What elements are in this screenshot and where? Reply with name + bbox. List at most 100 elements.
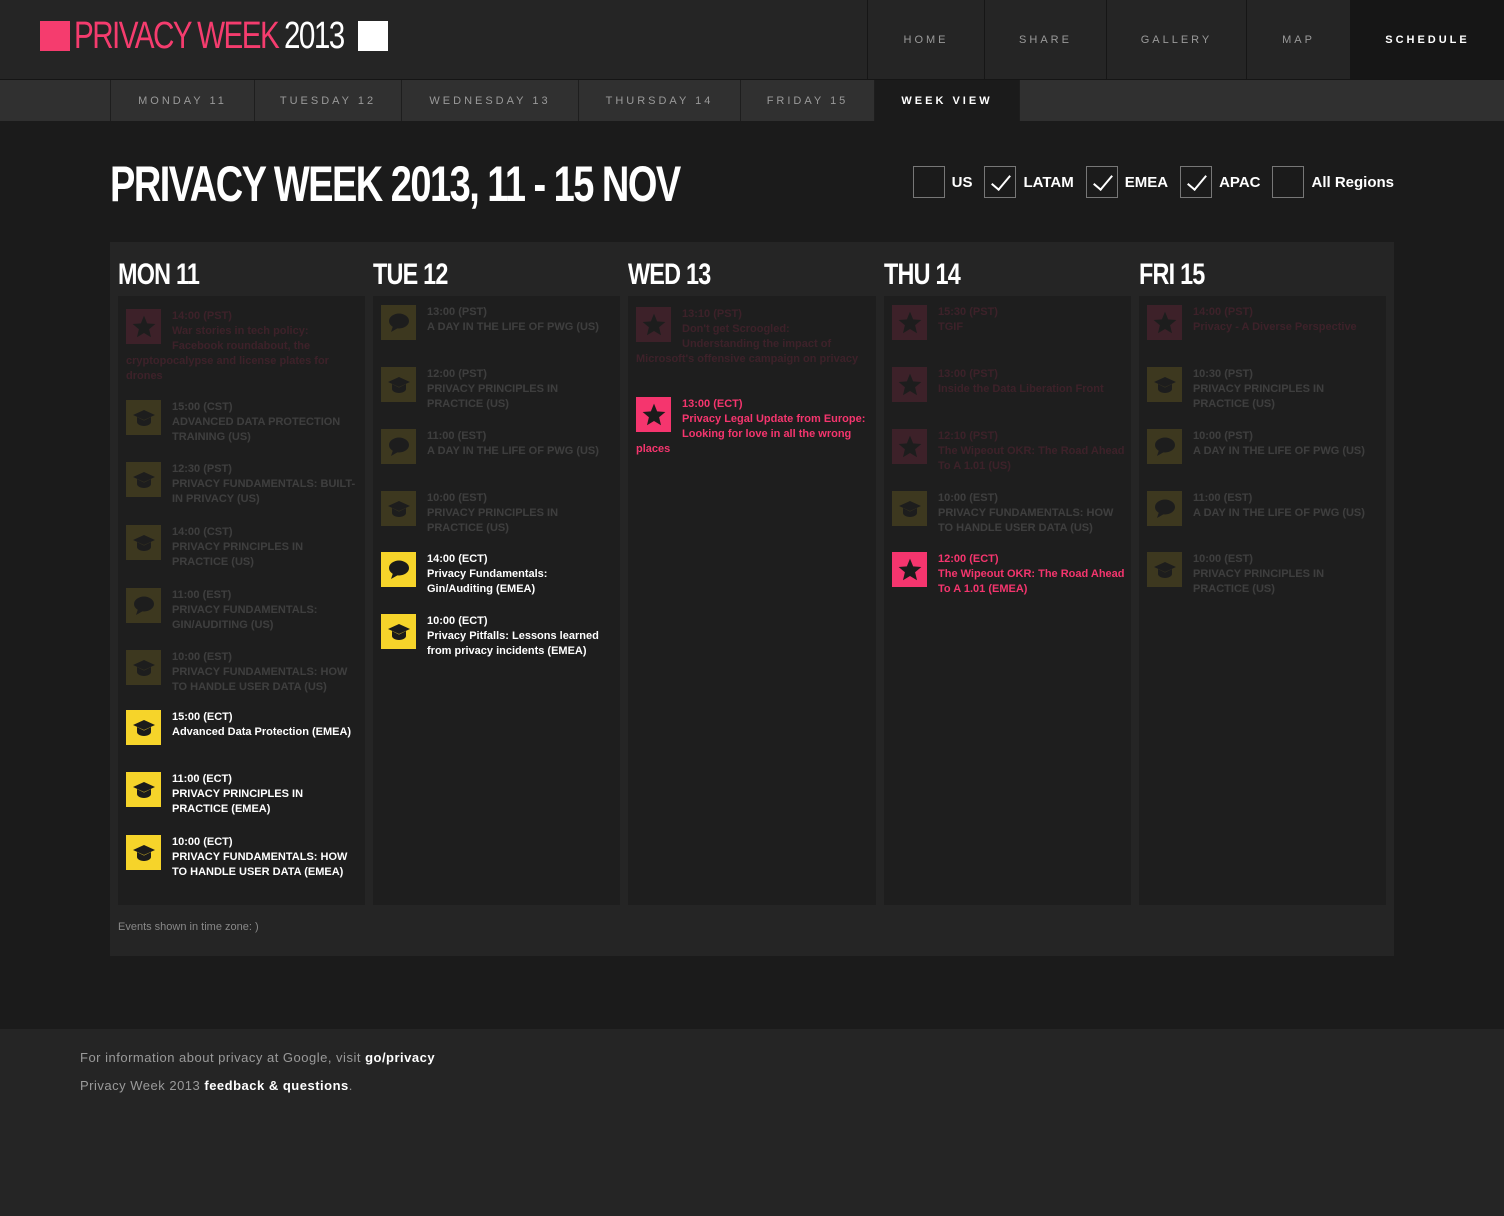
nav-schedule[interactable]: SCHEDULE	[1350, 0, 1504, 79]
footer-text: .	[348, 1078, 353, 1093]
event-text: 14:00 (ECT) Privacy Fundamentals: Gin/Aud…	[427, 552, 614, 597]
event-time: 10:00 (EST)	[172, 651, 232, 663]
event-title: A DAY IN THE LIFE OF PWG (US)	[1193, 507, 1365, 519]
tab-thursday[interactable]: THURSDAY 14	[578, 80, 740, 121]
page-title: PRIVACY WEEK 2013, 11 - 15 NOV	[110, 156, 681, 212]
filter-label: APAC	[1219, 173, 1261, 191]
star-icon	[892, 429, 927, 464]
filter-emea[interactable]: EMEA	[1085, 166, 1169, 198]
event-time: 12:00 (PST)	[427, 368, 487, 380]
main-nav: HOME SHARE GALLERY MAP SCHEDULE	[867, 0, 1504, 79]
logo-year: 2013	[284, 14, 345, 57]
filter-apac[interactable]: APAC	[1180, 166, 1260, 198]
graduation-cap-icon	[126, 772, 161, 807]
site-logo[interactable]: PRIVACY WEEK 2013	[40, 15, 388, 57]
feedback-link[interactable]: feedback & questions	[204, 1078, 348, 1093]
event-text: 15:00 (CST) ADVANCED DATA PROTECTION TRAI…	[172, 400, 359, 445]
event-text: 10:00 (PST) A DAY IN THE LIFE OF PWG (US)	[1193, 429, 1380, 459]
event-text: 13:10 (PST) Don't get Scroogled: Understa…	[636, 307, 870, 367]
footer-text: Privacy Week 2013	[80, 1078, 205, 1093]
day-column-thu: THU 14 15:30 (PST) TGIF 13:00 (PST) Inside …	[876, 242, 1131, 905]
go-privacy-link[interactable]: go/privacy	[365, 1050, 435, 1065]
footer: For information about privacy at Google,…	[0, 1029, 1504, 1216]
day-events: 13:10 (PST) Don't get Scroogled: Understa…	[628, 296, 876, 905]
day-column-fri: FRI 15 14:00 (PST) Privacy - A Diverse Pe…	[1131, 242, 1386, 905]
icon-spacer	[636, 412, 682, 432]
event-text: 11:00 (EST) PRIVACY FUNDAMENTALS: GIN/AUD…	[172, 588, 359, 633]
checkbox-apac[interactable]	[1180, 166, 1213, 198]
event-time: 14:00 (PST)	[172, 310, 232, 322]
event-time: 10:00 (ECT)	[427, 615, 488, 627]
event-time: 10:00 (EST)	[1193, 553, 1253, 565]
filter-label: EMEA	[1124, 173, 1169, 191]
event-text: 11:00 (EST) A DAY IN THE LIFE OF PWG (US)	[1193, 491, 1380, 521]
event-text: 15:30 (PST) TGIF	[938, 305, 1125, 335]
event-time: 13:00 (PST)	[938, 368, 998, 380]
event-text: 12:00 (PST) PRIVACY PRINCIPLES IN PRACTIC…	[427, 367, 614, 412]
event-time: 12:30 (PST)	[172, 463, 232, 475]
day-tabs: MONDAY 11 TUESDAY 12 WEDNESDAY 13 THURSD…	[110, 80, 1020, 121]
event-title: PRIVACY PRINCIPLES IN PRACTICE (US)	[172, 541, 304, 568]
filter-us[interactable]: US	[912, 166, 973, 198]
graduation-cap-icon	[1147, 552, 1182, 587]
tab-week-view[interactable]: WEEK VIEW	[874, 80, 1020, 121]
nav-gallery[interactable]: GALLERY	[1106, 0, 1246, 79]
star-icon	[892, 367, 927, 402]
event-text: 13:00 (ECT) Privacy Legal Update from Eur…	[636, 397, 870, 457]
event-title: ADVANCED DATA PROTECTION TRAINING (US)	[172, 416, 341, 443]
tab-friday[interactable]: FRIDAY 15	[740, 80, 874, 121]
event-title: PRIVACY FUNDAMENTALS: HOW TO HANDLE USER…	[938, 507, 1114, 534]
checkbox-us[interactable]	[912, 166, 945, 198]
speech-bubble-icon	[1147, 429, 1182, 464]
event-text: 12:10 (PST) The Wipeout OKR: The Road Ahe…	[938, 429, 1125, 474]
filter-label: US	[951, 173, 973, 191]
event-title: PRIVACY PRINCIPLES IN PRACTICE (US)	[427, 507, 559, 534]
filter-label: LATAM	[1023, 173, 1074, 191]
event-title: Inside the Data Liberation Front	[938, 383, 1104, 395]
event-text: 13:00 (PST) A DAY IN THE LIFE OF PWG (US)	[427, 305, 614, 335]
day-heading: THU 14	[884, 258, 961, 291]
day-events: 13:00 (PST) A DAY IN THE LIFE OF PWG (US)…	[373, 296, 620, 905]
timezone-note: Events shown in time zone: )	[118, 921, 259, 933]
nav-home[interactable]: HOME	[867, 0, 984, 79]
tab-monday[interactable]: MONDAY 11	[110, 80, 254, 121]
event-time: 13:00 (ECT)	[682, 398, 743, 410]
day-heading: MON 11	[118, 258, 200, 291]
event-time: 14:00 (ECT)	[427, 553, 488, 565]
footer-text: For information about privacy at Google,…	[80, 1050, 366, 1065]
event-time: 12:00 (ECT)	[938, 553, 999, 565]
day-column-tue: TUE 12 13:00 (PST) A DAY IN THE LIFE OF P…	[365, 242, 620, 905]
nav-share[interactable]: SHARE	[984, 0, 1106, 79]
event-title: TGIF	[938, 321, 964, 333]
graduation-cap-icon	[892, 491, 927, 526]
speech-bubble-icon	[126, 588, 161, 623]
filter-latam[interactable]: LATAM	[984, 166, 1074, 198]
graduation-cap-icon	[1147, 367, 1182, 402]
event-text: 10:00 (EST) PRIVACY FUNDAMENTALS: HOW TO …	[172, 650, 359, 695]
day-tabs-bar: MONDAY 11 TUESDAY 12 WEDNESDAY 13 THURSD…	[0, 80, 1504, 121]
star-icon	[892, 305, 927, 340]
event-time: 14:00 (PST)	[1193, 306, 1253, 318]
graduation-cap-icon	[126, 462, 161, 497]
event-time: 10:00 (EST)	[938, 492, 998, 504]
event-title: PRIVACY PRINCIPLES IN PRACTICE (US)	[1193, 383, 1325, 410]
checkbox-emea[interactable]	[1085, 166, 1118, 198]
event-text: 14:00 (CST) PRIVACY PRINCIPLES IN PRACTIC…	[172, 525, 359, 570]
event-title: PRIVACY FUNDAMENTALS: HOW TO HANDLE USER…	[172, 851, 348, 878]
event-title: PRIVACY PRINCIPLES IN PRACTICE (US)	[1193, 568, 1325, 595]
event-time: 11:00 (EST)	[427, 430, 487, 442]
day-heading: TUE 12	[373, 258, 448, 291]
checkbox-all-regions[interactable]	[1272, 166, 1305, 198]
nav-map[interactable]: MAP	[1246, 0, 1350, 79]
day-events: 14:00 (PST) Privacy - A Diverse Perspecti…	[1139, 296, 1386, 905]
event-text: 10:00 (ECT) Privacy Pitfalls: Lessons lea…	[427, 614, 614, 659]
event-time: 15:00 (ECT)	[172, 711, 233, 723]
filter-all-regions[interactable]: All Regions	[1272, 166, 1394, 198]
day-column-wed: WED 13 13:10 (PST) Don't get Scroogled: U…	[620, 242, 876, 905]
tab-wednesday[interactable]: WEDNESDAY 13	[401, 80, 578, 121]
event-text: 10:00 (EST) PRIVACY FUNDAMENTALS: HOW TO …	[938, 491, 1125, 536]
logo-pink-square	[40, 21, 70, 51]
day-heading: FRI 15	[1139, 258, 1205, 291]
tab-tuesday[interactable]: TUESDAY 12	[254, 80, 401, 121]
checkbox-latam[interactable]	[984, 166, 1017, 198]
